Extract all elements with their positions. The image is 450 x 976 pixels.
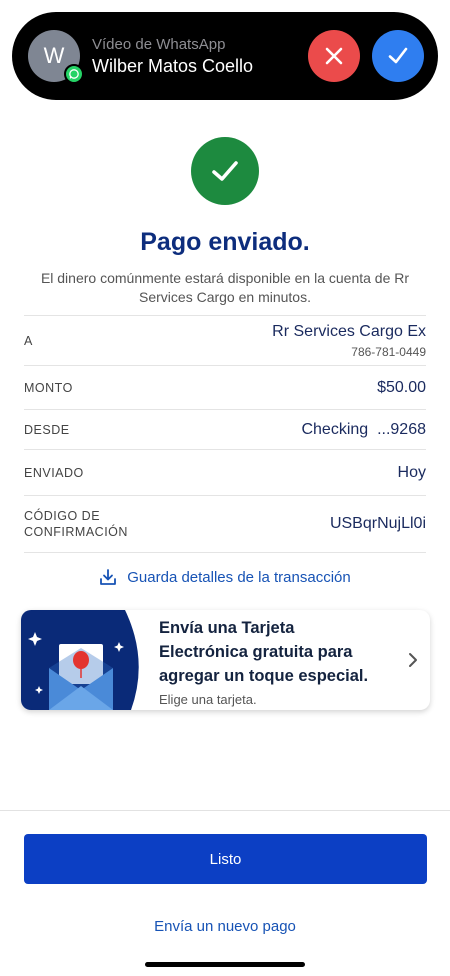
- amount-value: $50.00: [377, 378, 426, 396]
- recipient-label: A: [24, 333, 33, 348]
- recipient-phone: 786-781-0449: [351, 344, 426, 359]
- transaction-details: A Rr Services Cargo Ex 786-781-0449 MONT…: [24, 315, 426, 553]
- from-label: DESDE: [24, 422, 70, 437]
- recipient-info: Rr Services Cargo Ex 786-781-0449: [272, 323, 426, 359]
- home-indicator[interactable]: [145, 962, 305, 967]
- avatar-letter: W: [43, 43, 65, 68]
- save-link-label: Guarda detalles de la transacción: [127, 568, 351, 586]
- divider: [0, 810, 450, 811]
- chevron-right-icon: [396, 610, 430, 710]
- from-account: Checking ...9268: [301, 420, 426, 438]
- success-check-icon: [191, 137, 259, 205]
- call-info: Vídeo de WhatsApp Wilber Matos Coello: [92, 36, 296, 77]
- whatsapp-icon: [64, 64, 84, 84]
- recipient-name: Rr Services Cargo Ex: [272, 322, 426, 340]
- promo-subtext: Elige una tarjeta.: [159, 692, 257, 707]
- sent-value: Hoy: [397, 463, 426, 481]
- amount-label: MONTO: [24, 380, 73, 395]
- detail-row-sent: ENVIADO Hoy: [24, 449, 426, 495]
- decline-call-button[interactable]: [308, 30, 360, 82]
- detail-row-confirmation: CÓDIGO DE CONFIRMACIÓN USBqrNujLl0i: [24, 495, 426, 553]
- promo-text: Envía una Tarjeta Electrónica gratuita p…: [159, 610, 396, 710]
- detail-row-from: DESDE Checking ...9268: [24, 409, 426, 449]
- page-subtitle: El dinero comúnmente estará disponible e…: [40, 270, 410, 305]
- done-button[interactable]: Listo: [24, 834, 427, 884]
- sent-label: ENVIADO: [24, 465, 84, 480]
- whatsapp-call-banner[interactable]: W Vídeo de WhatsApp Wilber Matos Coello: [12, 12, 438, 100]
- ecard-promo-card[interactable]: Envía una Tarjeta Electrónica gratuita p…: [21, 610, 430, 710]
- call-type-label: Vídeo de WhatsApp: [92, 35, 226, 53]
- confirmation-code: USBqrNujLl0i: [329, 515, 426, 532]
- download-icon: [100, 569, 117, 585]
- save-transaction-details-link[interactable]: Guarda detalles de la transacción: [0, 568, 450, 586]
- caller-avatar: W: [28, 30, 84, 84]
- caller-name: Wilber Matos Coello: [92, 55, 254, 76]
- confirmation-label: CÓDIGO DE CONFIRMACIÓN: [24, 509, 128, 539]
- detail-row-amount: MONTO $50.00: [24, 365, 426, 409]
- envelope-illustration: [21, 610, 149, 710]
- check-icon: [388, 47, 408, 64]
- send-new-payment-link[interactable]: Envía un nuevo pago: [0, 918, 450, 935]
- detail-row-recipient: A Rr Services Cargo Ex 786-781-0449: [24, 315, 426, 365]
- accept-call-button[interactable]: [372, 30, 424, 82]
- promo-headline: Envía una Tarjeta Electrónica gratuita p…: [159, 619, 369, 685]
- page-title: Pago enviado.: [140, 228, 310, 256]
- close-icon: [325, 47, 343, 65]
